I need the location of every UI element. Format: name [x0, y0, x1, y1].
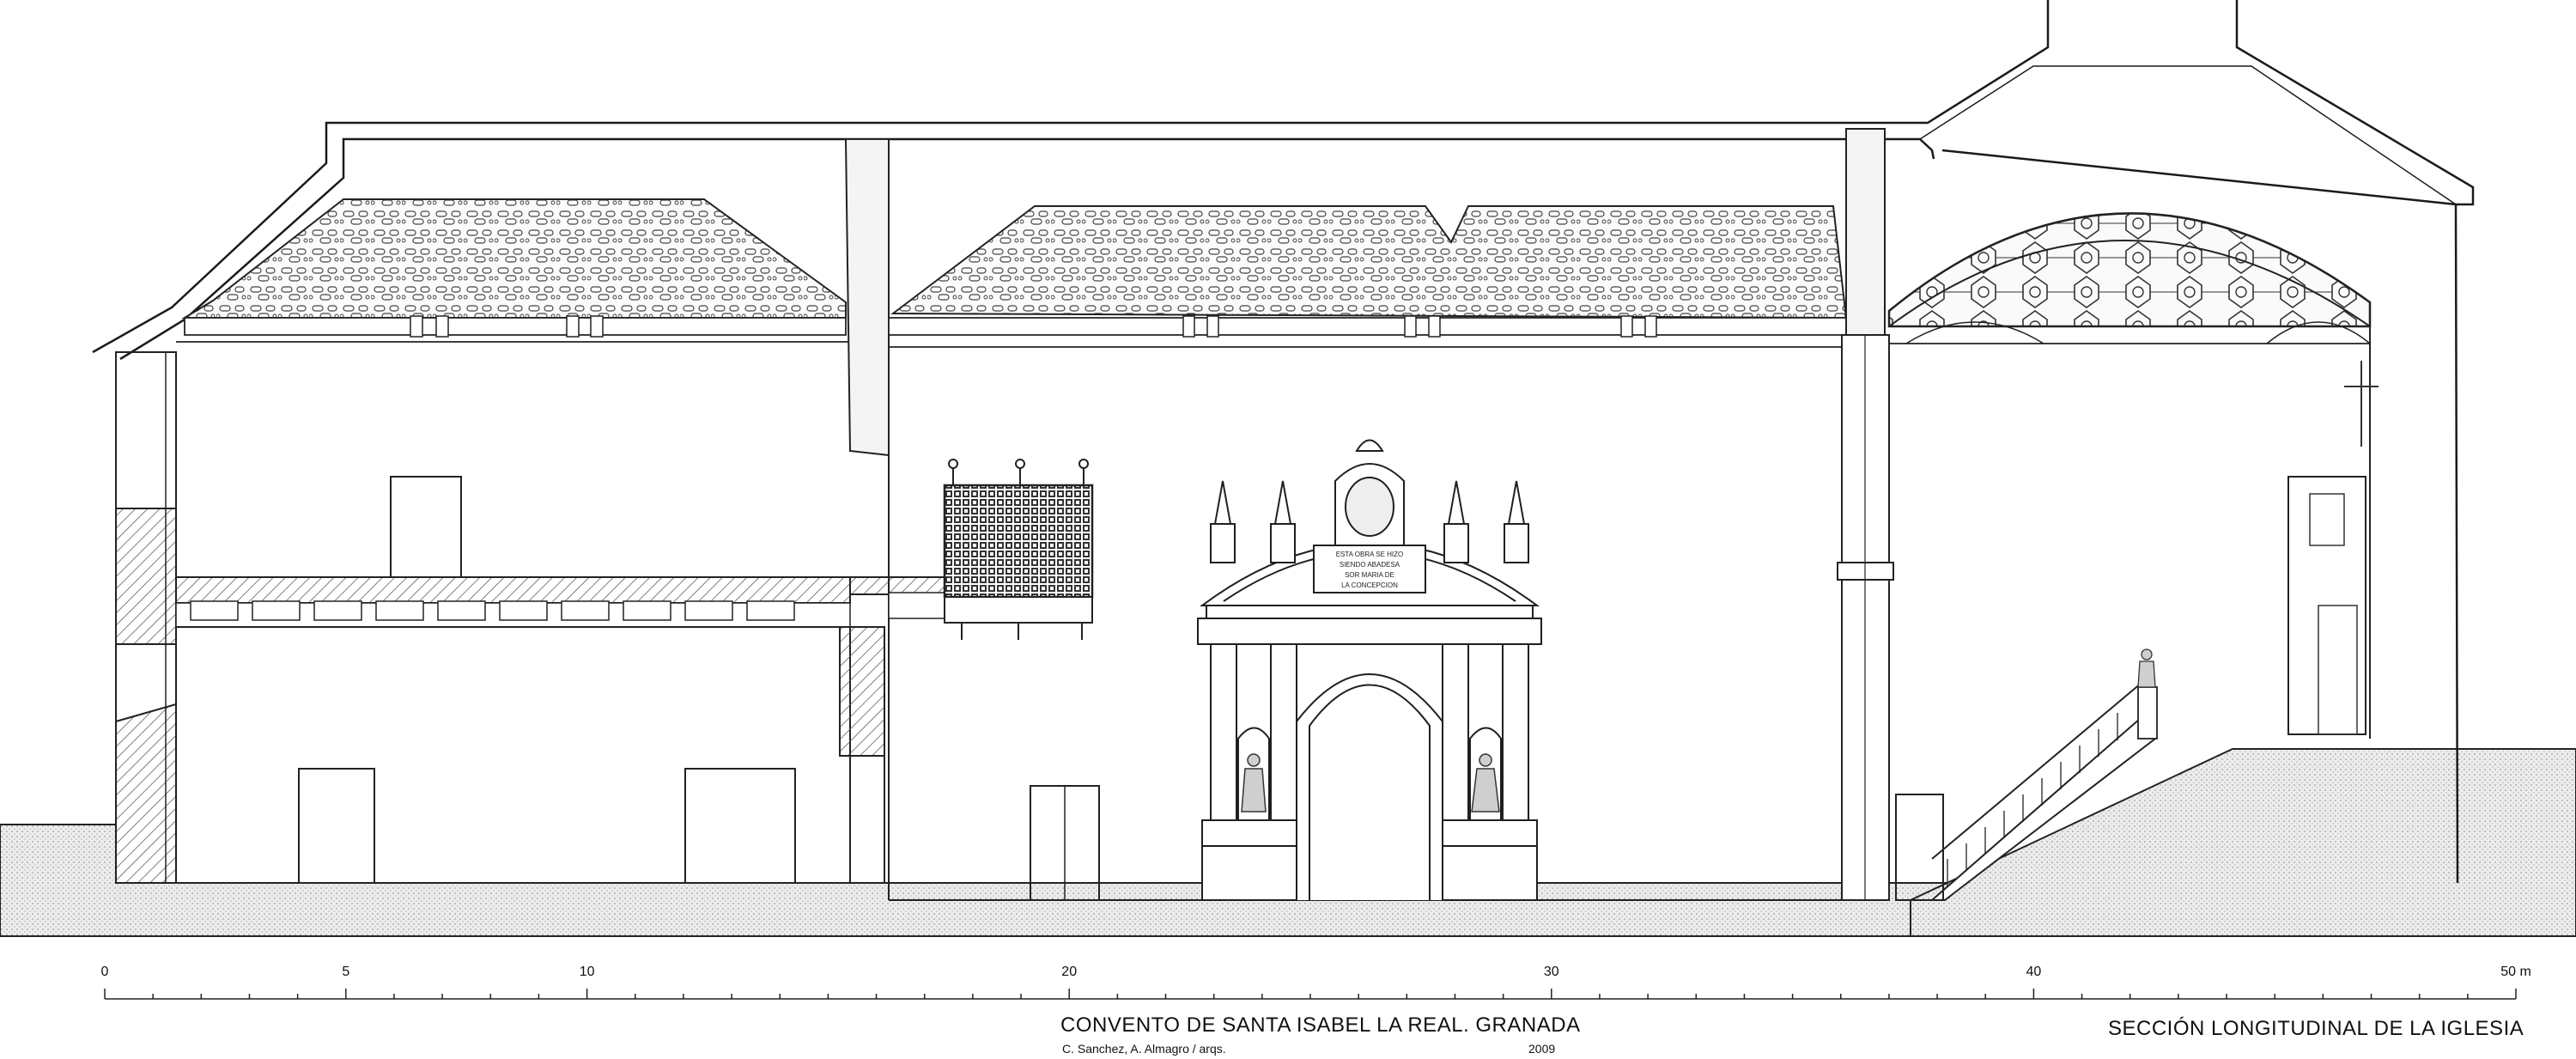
svg-text:SIENDO ABADESA: SIENDO ABADESA: [1340, 561, 1400, 569]
longitudinal-section-drawing: ESTA OBRA SE HIZO SIENDO ABADESA SOR MAR…: [0, 0, 2576, 1000]
section-title: SECCIÓN LONGITUDINAL DE LA IGLESIA: [2108, 1017, 2524, 1040]
drawing-title: CONVENTO DE SANTA ISABEL LA REAL. GRANAD…: [1060, 1013, 1581, 1037]
stair-statue: [2137, 648, 2156, 688]
crucifix: [2344, 361, 2379, 447]
left-wall: [115, 351, 177, 884]
svg-text:LA CONCEPCION: LA CONCEPCION: [1341, 581, 1398, 589]
drawing-year: 2009: [1528, 1042, 1556, 1056]
drawing-authors: C. Sanchez, A. Almagro / arqs.: [1062, 1042, 1226, 1056]
portal: [1197, 439, 1542, 901]
lower-choir-room: [175, 198, 945, 884]
scale-tick-label: 0: [100, 965, 109, 979]
svg-text:SOR MARIA DE: SOR MARIA DE: [1345, 571, 1394, 579]
dividing-wall: [844, 138, 890, 900]
scale-tick-label: 5: [342, 965, 350, 979]
scale-tick-label: 10: [579, 965, 595, 979]
triumphal-pillar: [1837, 128, 1894, 901]
svg-text:ESTA OBRA SE HIZO: ESTA OBRA SE HIZO: [1336, 551, 1404, 558]
scale-bar: [104, 989, 2517, 1000]
scale-tick-label: 40: [2026, 965, 2042, 979]
scale-tick-label: 30: [1543, 965, 1559, 979]
scale-tick-label: 50 m: [2500, 965, 2531, 979]
scale-tick-label: 20: [1061, 965, 1078, 979]
